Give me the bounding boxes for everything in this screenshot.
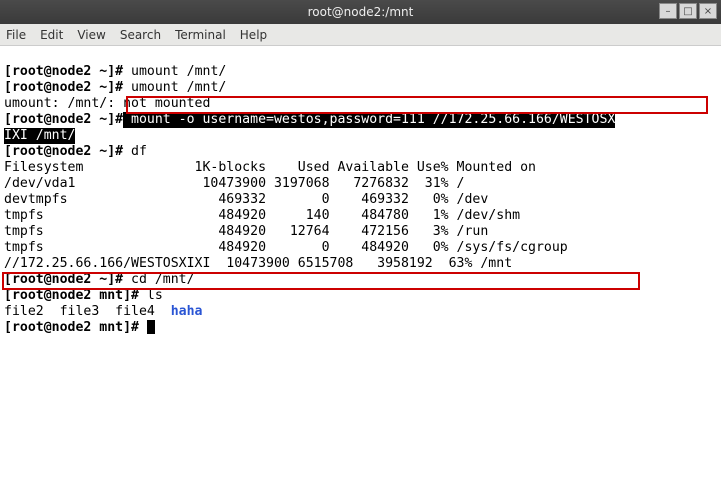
menu-search[interactable]: Search [120, 28, 161, 42]
menu-edit[interactable]: Edit [40, 28, 63, 42]
menu-terminal[interactable]: Terminal [175, 28, 226, 42]
ls-output: file2 file3 file4 [4, 304, 171, 319]
df-row: //172.25.66.166/WESTOSXIXI 10473900 6515… [4, 256, 512, 271]
window-controls: – □ × [659, 3, 717, 19]
df-row: /dev/vda1 10473900 3197068 7276832 31% / [4, 176, 465, 191]
command-text: umount /mnt/ [131, 80, 226, 95]
prompt: [root@node2 ~]# [4, 64, 131, 79]
df-row: devtmpfs 469332 0 469332 0% /dev [4, 192, 488, 207]
prompt: [root@node2 mnt]# [4, 320, 147, 335]
df-row: tmpfs 484920 12764 472156 3% /run [4, 224, 488, 239]
close-button[interactable]: × [699, 3, 717, 19]
df-row: tmpfs 484920 140 484780 1% /dev/shm [4, 208, 520, 223]
terminal-area[interactable]: [root@node2 ~]# umount /mnt/ [root@node2… [0, 46, 721, 386]
menu-bar: File Edit View Search Terminal Help [0, 24, 721, 46]
df-row: tmpfs 484920 0 484920 0% /sys/fs/cgroup [4, 240, 568, 255]
cursor [147, 320, 155, 334]
maximize-button[interactable]: □ [679, 3, 697, 19]
prompt: [root@node2 mnt]# [4, 288, 147, 303]
ls-dir: haha [171, 304, 203, 319]
prompt: [root@node2 ~]# [4, 112, 123, 127]
minimize-button[interactable]: – [659, 3, 677, 19]
df-header: Filesystem 1K-blocks Used Available Use%… [4, 160, 536, 175]
highlighted-command: mount -o username=westos,password=111 //… [123, 112, 615, 128]
window-title: root@node2:/mnt [308, 5, 414, 19]
command-text: df [131, 144, 147, 159]
window-titlebar: root@node2:/mnt – □ × [0, 0, 721, 24]
menu-help[interactable]: Help [240, 28, 267, 42]
output-text: umount: /mnt/: not mounted [4, 96, 210, 111]
command-text: ls [147, 288, 163, 303]
command-text: cd /mnt/ [131, 272, 195, 287]
command-text: umount /mnt/ [131, 64, 226, 79]
menu-file[interactable]: File [6, 28, 26, 42]
prompt: [root@node2 ~]# [4, 80, 131, 95]
highlighted-command: IXI /mnt/ [4, 128, 75, 144]
prompt: [root@node2 ~]# [4, 144, 131, 159]
menu-view[interactable]: View [77, 28, 105, 42]
prompt: [root@node2 ~]# [4, 272, 131, 287]
